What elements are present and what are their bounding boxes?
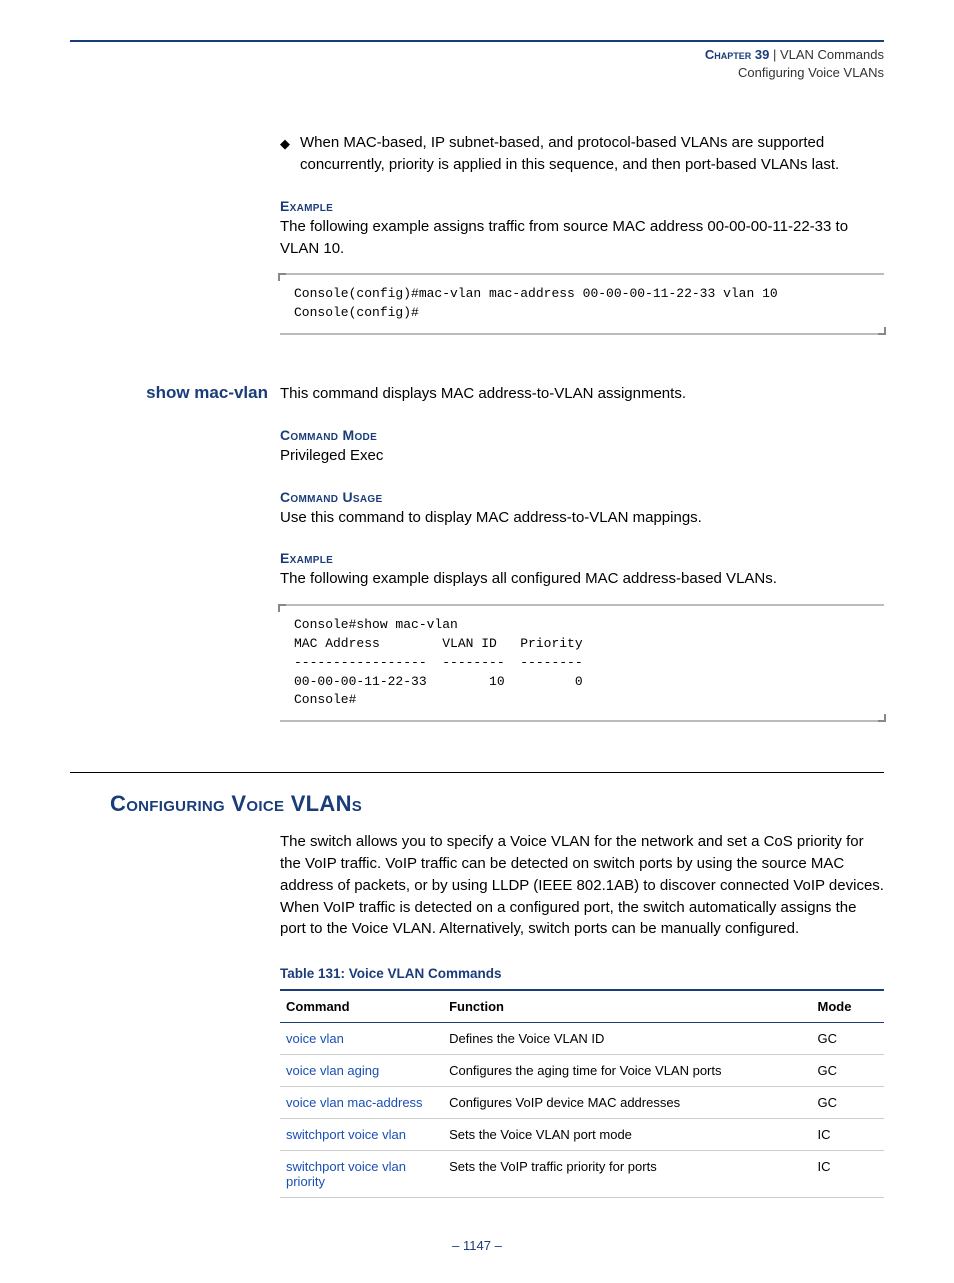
function-cell: Configures VoIP device MAC addresses (443, 1087, 811, 1119)
content-area-1: ◆ When MAC-based, IP subnet-based, and p… (280, 132, 884, 335)
command-description: This command displays MAC address-to-VLA… (280, 383, 686, 405)
table-header-row: Command Function Mode (280, 990, 884, 1023)
function-cell: Sets the VoIP traffic priority for ports (443, 1151, 811, 1198)
function-cell: Defines the Voice VLAN ID (443, 1023, 811, 1055)
mode-cell: GC (812, 1023, 884, 1055)
function-cell: Configures the aging time for Voice VLAN… (443, 1055, 811, 1087)
section-rule (70, 772, 884, 773)
table-row: switchport voice vlan priority Sets the … (280, 1151, 884, 1198)
example-text-1: The following example assigns traffic fr… (280, 216, 884, 260)
page-footer: – 1147 – (70, 1238, 884, 1253)
section-subtitle: Configuring Voice VLANs (738, 65, 884, 80)
mode-cell: IC (812, 1119, 884, 1151)
bullet-item: ◆ When MAC-based, IP subnet-based, and p… (280, 132, 884, 176)
command-usage-label: Command Usage (280, 489, 884, 505)
command-link[interactable]: switchport voice vlan (280, 1119, 443, 1151)
example-label: Example (280, 198, 884, 214)
mode-cell: IC (812, 1151, 884, 1198)
command-link[interactable]: switchport voice vlan priority (280, 1151, 443, 1198)
page-header: Chapter 39 | VLAN Commands Configuring V… (70, 46, 884, 82)
chapter-title: VLAN Commands (780, 47, 884, 62)
diamond-bullet-icon: ◆ (280, 135, 290, 154)
code-block-1: Console(config)#mac-vlan mac-address 00-… (280, 273, 884, 335)
command-entry: show mac-vlan This command displays MAC … (70, 383, 884, 405)
example-label-2: Example (280, 550, 884, 566)
table-row: switchport voice vlan Sets the Voice VLA… (280, 1119, 884, 1151)
table-row: voice vlan aging Configures the aging ti… (280, 1055, 884, 1087)
chapter-label: Chapter 39 (705, 47, 769, 62)
command-mode-label: Command Mode (280, 427, 884, 443)
voice-vlan-commands-table: Command Function Mode voice vlan Defines… (280, 989, 884, 1198)
content-area-2: Command Mode Privileged Exec Command Usa… (280, 427, 884, 722)
section-intro: The switch allows you to specify a Voice… (280, 831, 884, 940)
table-caption: Table 131: Voice VLAN Commands (280, 966, 884, 981)
th-mode: Mode (812, 990, 884, 1023)
mode-cell: GC (812, 1087, 884, 1119)
bullet-text: When MAC-based, IP subnet-based, and pro… (300, 132, 884, 176)
command-name: show mac-vlan (70, 383, 280, 403)
function-cell: Sets the Voice VLAN port mode (443, 1119, 811, 1151)
footer-dash-right: – (491, 1238, 502, 1253)
th-command: Command (280, 990, 443, 1023)
command-link[interactable]: voice vlan aging (280, 1055, 443, 1087)
header-rule (70, 40, 884, 42)
th-function: Function (443, 990, 811, 1023)
code-block-2: Console#show mac-vlan MAC Address VLAN I… (280, 604, 884, 722)
command-link[interactable]: voice vlan mac-address (280, 1087, 443, 1119)
table-row: voice vlan Defines the Voice VLAN ID GC (280, 1023, 884, 1055)
command-mode-value: Privileged Exec (280, 445, 884, 467)
mode-cell: GC (812, 1055, 884, 1087)
header-pipe: | (769, 47, 780, 62)
command-link[interactable]: voice vlan (280, 1023, 443, 1055)
section-heading: Configuring Voice VLANs (110, 791, 884, 817)
page-number: 1147 (463, 1238, 491, 1253)
example-text-2: The following example displays all confi… (280, 568, 884, 590)
page: Chapter 39 | VLAN Commands Configuring V… (0, 0, 954, 1283)
content-area-3: The switch allows you to specify a Voice… (280, 831, 884, 1198)
command-usage-text: Use this command to display MAC address-… (280, 507, 884, 529)
table-row: voice vlan mac-address Configures VoIP d… (280, 1087, 884, 1119)
footer-dash-left: – (452, 1238, 463, 1253)
